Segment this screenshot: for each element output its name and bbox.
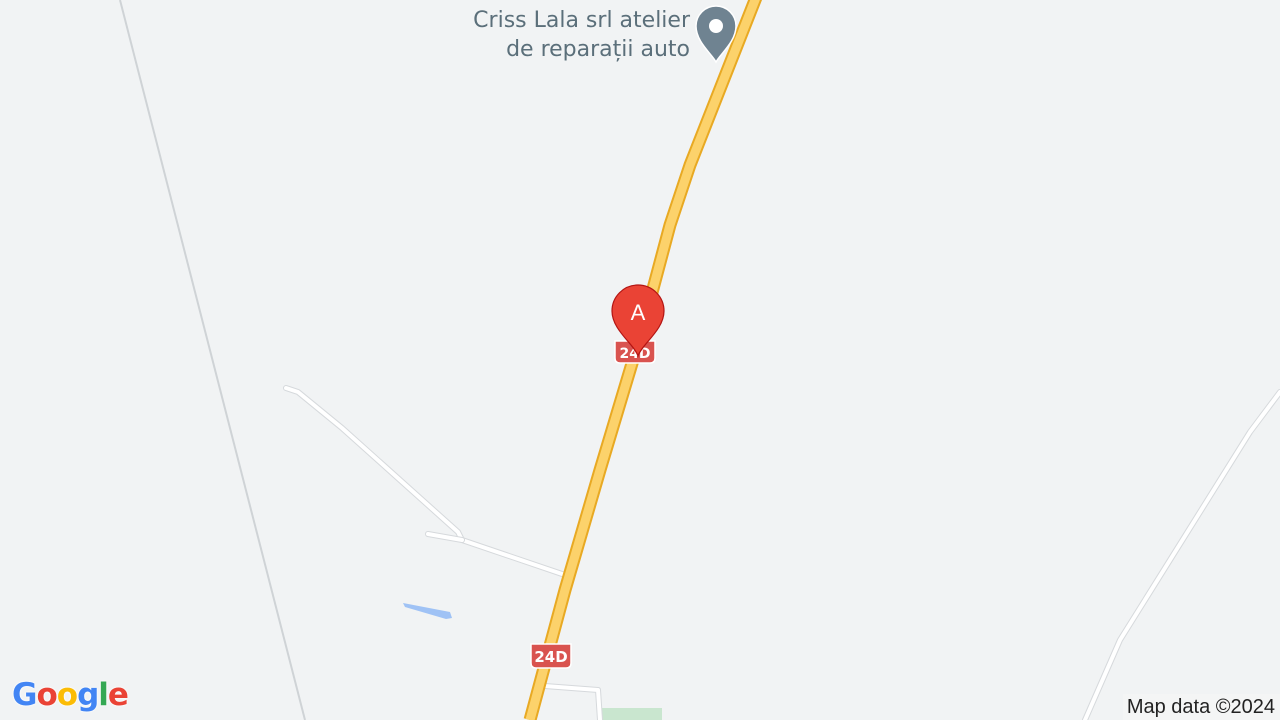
poi-name-line1: Criss Lala srl atelier <box>473 8 690 33</box>
poi-name-line2: de reparații auto <box>506 37 690 62</box>
logo-letter: l <box>98 677 109 713</box>
logo-letter: e <box>107 677 129 713</box>
marker-label: A <box>631 300 646 325</box>
logo-letter: G <box>12 677 37 713</box>
route-shield-label: 24D <box>534 648 567 666</box>
route-shield-24d: 24D <box>530 643 572 669</box>
logo-letter: o <box>36 677 57 713</box>
logo-letter: g <box>77 677 99 713</box>
logo-letter: o <box>56 677 78 713</box>
poi-label[interactable]: Criss Lala srl atelier de reparații auto <box>473 6 690 64</box>
map-canvas[interactable]: 24D 24D A <box>0 0 1280 720</box>
map-attribution[interactable]: Map data ©2024 <box>1122 694 1280 720</box>
park-area <box>598 708 662 720</box>
google-logo: Google <box>12 677 129 713</box>
